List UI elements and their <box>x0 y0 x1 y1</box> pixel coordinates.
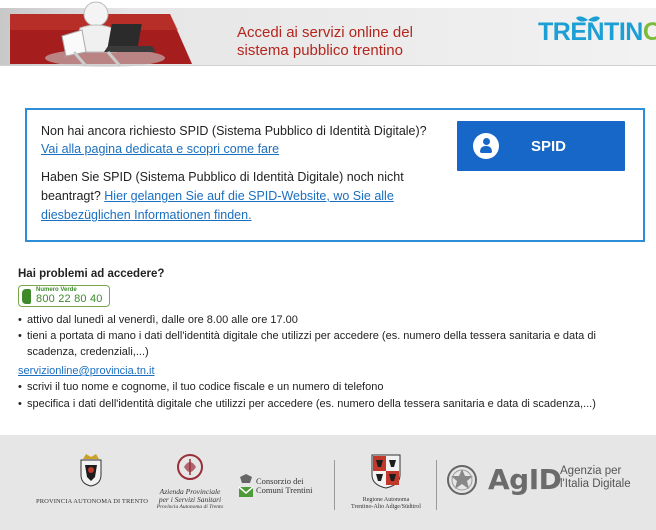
header: Accedi ai servizi online del sistema pub… <box>0 0 656 78</box>
trentino-wordmark: TRENTINO <box>538 18 656 46</box>
phone-info-list: attivo dal lunedì al venerdì, dalle ore … <box>18 312 648 360</box>
spid-it-paragraph: Non hai ancora richiesto SPID (Sistema P… <box>41 122 441 158</box>
footer-logo-regione[interactable]: Regione Autonoma Trentino-Alto Adige/Süd… <box>340 453 432 511</box>
pat-caption: PROVINCIA AUTONOMA DI TRENTO <box>36 498 149 505</box>
footer: PROVINCIA AUTONOMA DI TRENTO Azienda Pro… <box>0 435 656 530</box>
agid-subtitle-line1: Agenzia per <box>560 465 622 477</box>
email-info-list: scrivi il tuo nome e cognome, il tuo cod… <box>18 379 648 413</box>
apss-emblem-icon <box>177 454 203 480</box>
spid-info-box: Non hai ancora richiesto SPID (Sistema P… <box>25 108 645 242</box>
page-title: Accedi ai servizi online del sistema pub… <box>237 24 497 60</box>
phone-icon <box>22 289 31 304</box>
toll-free-number: 800 22 80 40 <box>36 293 103 305</box>
apss-name-line3: Provincia Autonoma di Trento <box>156 504 224 510</box>
header-illustration <box>10 0 195 72</box>
list-item: tieni a portata di mano i dati dell'iden… <box>18 328 648 360</box>
consorzio-name: Consorzio dei Comuni Trentini <box>256 477 312 495</box>
help-title: Hai problemi ad accedere? <box>18 268 165 280</box>
list-item: specifica i dati dell'identità digitale … <box>18 396 648 413</box>
italian-republic-emblem-icon <box>447 465 477 495</box>
spid-it-question: Non hai ancora richiesto SPID (Sistema P… <box>41 124 427 138</box>
spid-button-label: SPID <box>531 137 567 155</box>
footer-logo-agid[interactable]: AgID Agenzia per l'Italia Digitale <box>446 461 646 501</box>
footer-logo-apss[interactable]: Azienda Provinciale per i Servizi Sanita… <box>148 453 232 510</box>
regione-name-line2: Trentino-Alto Adige/Südtirol <box>351 504 421 510</box>
apss-name-line2: per i Servizi Sanitari <box>158 495 222 504</box>
computer-figure-icon <box>10 1 192 67</box>
footer-logo-pat[interactable]: PROVINCIA AUTONOMA DI TRENTO <box>36 453 149 505</box>
regione-coat-of-arms-icon <box>371 454 401 489</box>
consorzio-name-line2: Comuni Trentini <box>256 485 313 495</box>
page-title-line2: sistema pubblico trentino <box>237 42 403 59</box>
agid-subtitle: Agenzia per l'Italia Digitale <box>560 465 631 491</box>
footer-divider <box>334 460 335 510</box>
consorzio-emblem-icon <box>238 474 254 497</box>
spid-de-paragraph: Haben Sie SPID (Sistema Pubblico di Iden… <box>41 168 441 225</box>
spid-it-link[interactable]: Vai alla pagina dedicata e scopri come f… <box>41 142 279 156</box>
spid-login-button[interactable]: SPID <box>457 121 625 171</box>
page-title-line1: Accedi ai servizi online del <box>237 24 413 41</box>
agid-subtitle-line2: l'Italia Digitale <box>560 478 631 490</box>
trentino-logo[interactable]: TRENTINO <box>538 14 656 52</box>
support-email-link[interactable]: servizionline@provincia.tn.it <box>18 363 155 379</box>
list-item: scrivi il tuo nome e cognome, il tuo cod… <box>18 379 648 396</box>
regione-name-line1: Regione Autonoma <box>362 497 410 503</box>
toll-free-badge[interactable]: Numero Verde 800 22 80 40 <box>18 285 110 307</box>
coat-of-arms-icon <box>80 454 102 487</box>
user-icon <box>473 133 499 159</box>
footer-divider <box>436 460 437 510</box>
regione-name: Regione Autonoma Trentino-Alto Adige/Süd… <box>340 497 432 511</box>
list-item: attivo dal lunedì al venerdì, dalle ore … <box>18 312 648 328</box>
agid-wordmark: AgID <box>488 463 562 496</box>
